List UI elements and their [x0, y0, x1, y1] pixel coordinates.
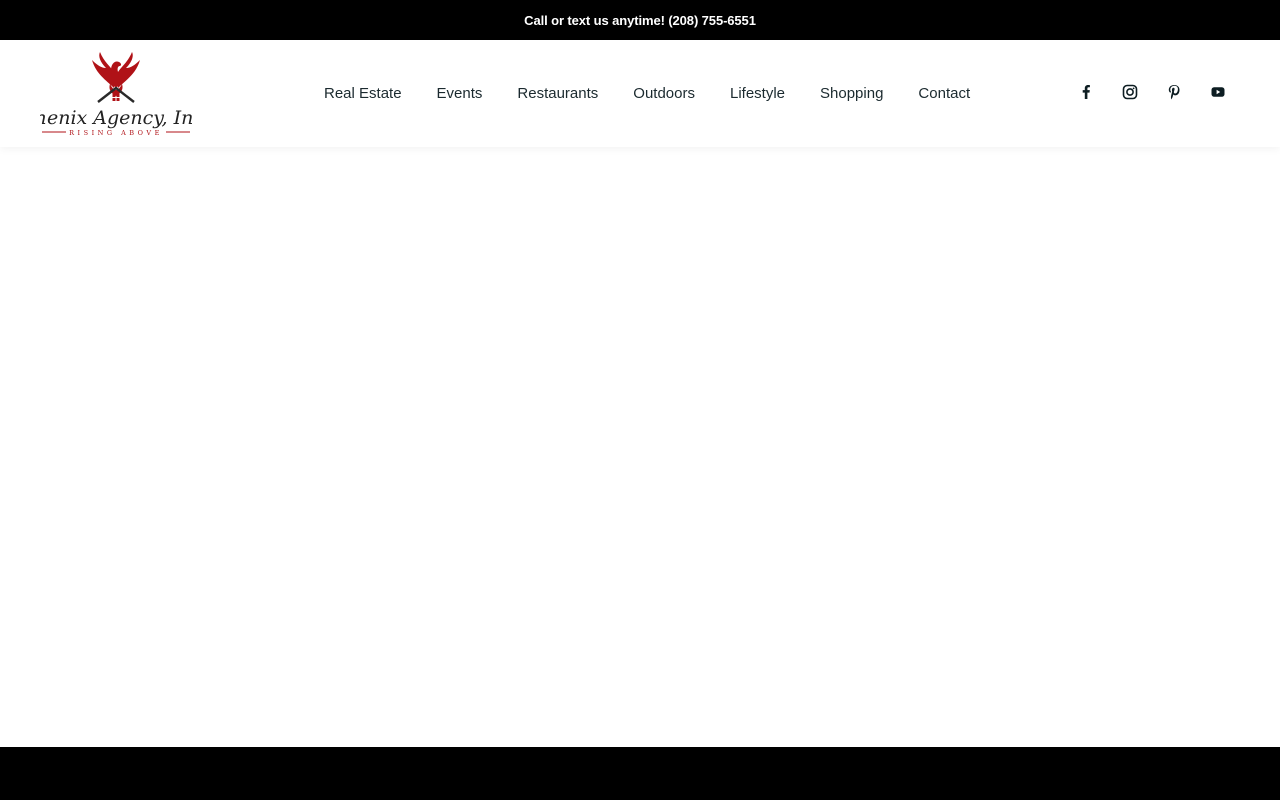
- social-links: [1074, 80, 1230, 104]
- pinterest-icon: [1168, 85, 1180, 100]
- phenix-logo-image: Phenix Agency, Inc. RISING ABOVE: [40, 52, 192, 137]
- nav-contact[interactable]: Contact: [918, 85, 970, 102]
- instagram-link[interactable]: [1118, 80, 1142, 104]
- nav-events[interactable]: Events: [437, 85, 483, 102]
- youtube-link[interactable]: [1206, 80, 1230, 104]
- nav-lifestyle[interactable]: Lifestyle: [730, 85, 785, 102]
- main-nav: Real Estate Events Restaurants Outdoors …: [324, 40, 970, 147]
- svg-text:Phenix Agency, Inc.: Phenix Agency, Inc.: [40, 107, 192, 129]
- nav-shopping[interactable]: Shopping: [820, 85, 883, 102]
- facebook-icon: [1082, 85, 1090, 99]
- page: Call or text us anytime! (208) 755-6551: [0, 0, 1280, 800]
- svg-text:RISING ABOVE: RISING ABOVE: [69, 129, 163, 137]
- nav-restaurants[interactable]: Restaurants: [517, 85, 598, 102]
- nav-outdoors[interactable]: Outdoors: [633, 85, 695, 102]
- nav-real-estate[interactable]: Real Estate: [324, 85, 402, 102]
- site-header: Phenix Agency, Inc. RISING ABOVE Real Es…: [0, 40, 1280, 147]
- announcement-bar: Call or text us anytime! (208) 755-6551: [0, 0, 1280, 40]
- instagram-icon: [1122, 84, 1138, 100]
- footer-bar: [0, 747, 1280, 800]
- facebook-link[interactable]: [1074, 80, 1098, 104]
- site-logo[interactable]: Phenix Agency, Inc. RISING ABOVE: [40, 50, 192, 138]
- phone-link[interactable]: Call or text us anytime! (208) 755-6551: [524, 13, 756, 28]
- main-content: [0, 147, 1280, 747]
- pinterest-link[interactable]: [1162, 80, 1186, 104]
- youtube-icon: [1211, 87, 1225, 97]
